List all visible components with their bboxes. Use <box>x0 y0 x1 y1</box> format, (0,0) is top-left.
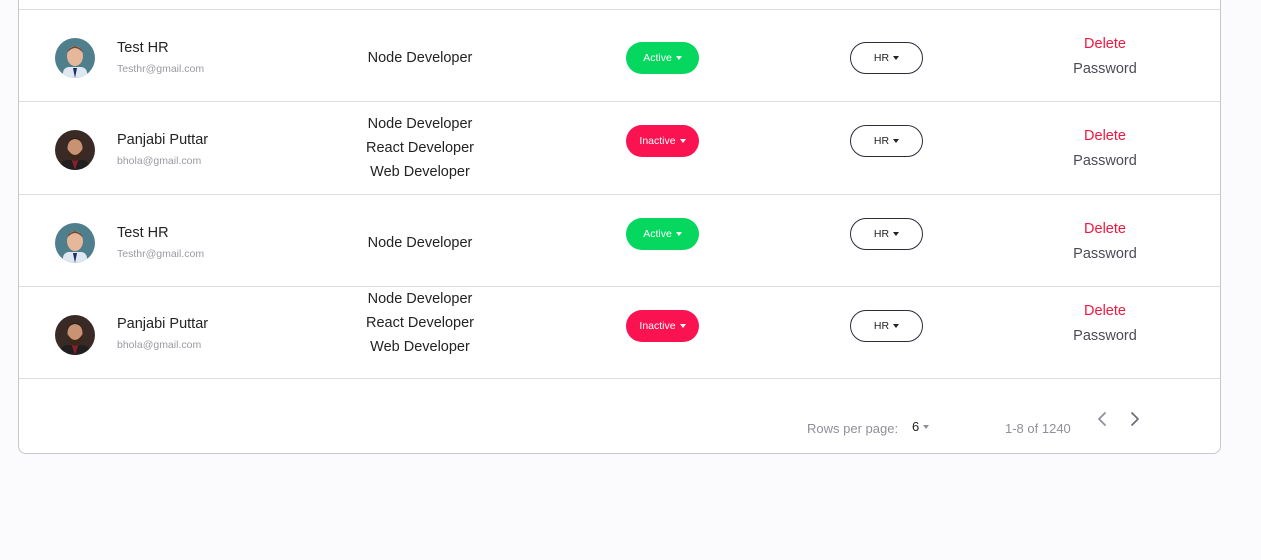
department-label: HR <box>873 52 890 64</box>
delete-link[interactable]: Delete <box>1055 221 1155 237</box>
status-dropdown[interactable]: Active <box>626 42 699 74</box>
caret-down-icon <box>679 139 686 143</box>
status-label: Inactive <box>639 135 676 147</box>
table-row: Test HR Testhr@gmail.com Node Developer … <box>19 9 1220 101</box>
role-item: Web Developer <box>370 339 470 355</box>
status-label: Active <box>643 228 672 240</box>
role-item: Node Developer <box>367 291 473 307</box>
next-page-button[interactable] <box>1125 409 1145 429</box>
user-name: Panjabi Puttar <box>117 132 209 148</box>
role-item: Node Developer <box>367 50 473 66</box>
status-dropdown[interactable]: Active <box>626 218 699 250</box>
caret-down-icon <box>675 56 682 60</box>
department-dropdown[interactable]: HR <box>850 218 923 250</box>
caret-down-icon <box>923 424 930 429</box>
rows-per-page-select[interactable]: 6 <box>912 419 930 434</box>
user-avatar <box>55 38 95 78</box>
user-avatar <box>55 130 95 170</box>
user-avatar <box>55 223 95 263</box>
password-link[interactable]: Password <box>1055 153 1155 169</box>
delete-link[interactable]: Delete <box>1055 303 1155 319</box>
department-label: HR <box>873 135 890 147</box>
table-row: Panjabi Puttar bhola@gmail.com Node Deve… <box>19 101 1220 194</box>
user-avatar <box>55 315 95 355</box>
user-name: Test HR <box>117 225 169 241</box>
delete-link[interactable]: Delete <box>1055 128 1155 144</box>
caret-down-icon <box>675 232 682 236</box>
password-link[interactable]: Password <box>1055 61 1155 77</box>
department-label: HR <box>873 320 890 332</box>
password-link[interactable]: Password <box>1055 328 1155 344</box>
user-name: Panjabi Puttar <box>117 316 209 332</box>
department-dropdown[interactable]: HR <box>850 310 923 342</box>
status-dropdown[interactable]: Inactive <box>626 310 699 342</box>
department-dropdown[interactable]: HR <box>850 125 923 157</box>
role-item: Web Developer <box>370 164 470 180</box>
role-item: Node Developer <box>367 235 473 251</box>
caret-down-icon <box>893 56 900 60</box>
status-dropdown[interactable]: Inactive <box>626 125 699 157</box>
user-email: bhola@gmail.com <box>117 155 202 167</box>
rows-per-page-value: 6 <box>912 419 920 434</box>
caret-down-icon <box>893 139 900 143</box>
user-email: Testhr@gmail.com <box>117 248 205 260</box>
rows-per-page-label: Rows per page: <box>807 421 899 436</box>
table-row: Test HR Testhr@gmail.com Node Developer … <box>19 194 1220 286</box>
user-email: Testhr@gmail.com <box>117 63 205 75</box>
status-label: Inactive <box>639 320 676 332</box>
caret-down-icon <box>893 324 900 328</box>
department-dropdown[interactable]: HR <box>850 42 923 74</box>
password-link[interactable]: Password <box>1055 246 1155 262</box>
user-roles: Node Developer React Developer Web Devel… <box>319 112 521 184</box>
page-range-text: 1-8 of 1240 <box>1005 421 1071 436</box>
caret-down-icon <box>679 324 686 328</box>
caret-down-icon <box>893 232 900 236</box>
status-label: Active <box>643 52 672 64</box>
role-item: React Developer <box>366 140 474 156</box>
delete-link[interactable]: Delete <box>1055 36 1155 52</box>
user-roles: Node Developer <box>319 46 521 70</box>
user-name: Test HR <box>117 40 169 56</box>
prev-page-button[interactable] <box>1092 409 1112 429</box>
chevron-left-icon <box>1098 412 1106 426</box>
user-roles: Node Developer React Developer Web Devel… <box>319 287 521 359</box>
user-roles: Node Developer <box>319 231 521 255</box>
table-row: Panjabi Puttar bhola@gmail.com Node Deve… <box>19 286 1220 379</box>
role-item: React Developer <box>366 315 474 331</box>
role-item: Node Developer <box>367 116 473 132</box>
department-label: HR <box>873 228 890 240</box>
user-email: bhola@gmail.com <box>117 339 202 351</box>
users-table-card: Test HR Testhr@gmail.com Node Developer … <box>18 0 1221 454</box>
chevron-right-icon <box>1131 412 1139 426</box>
